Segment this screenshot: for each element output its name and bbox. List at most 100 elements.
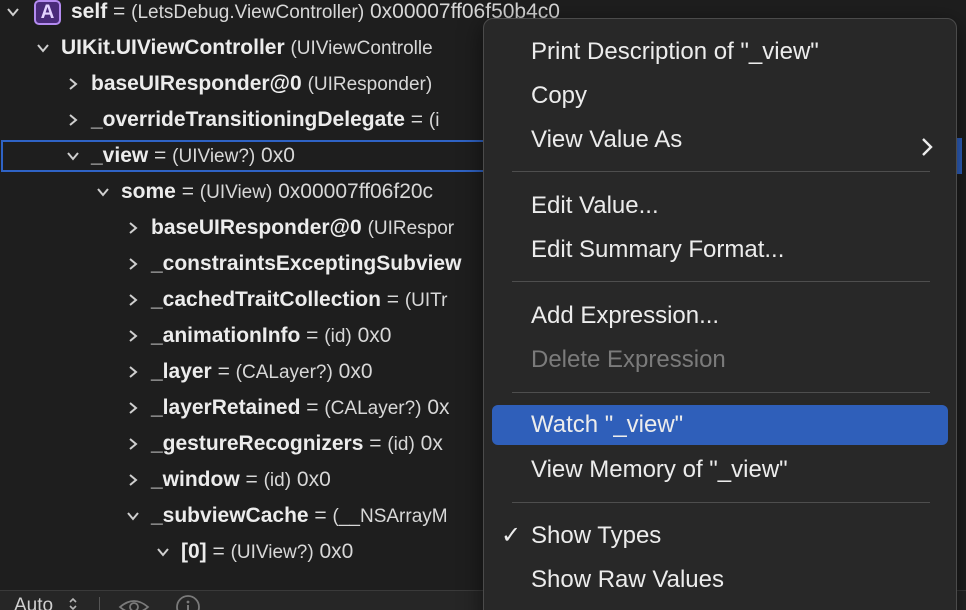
variable-type: (id) xyxy=(263,470,292,491)
menu-item-label: Print Description of "_view" xyxy=(531,38,819,65)
tree-row-text: _layer = (CALayer?) 0x0 xyxy=(151,354,373,391)
variable-type: (id) xyxy=(324,326,352,347)
variable-name: _layer xyxy=(151,360,212,383)
variable-type: (id) xyxy=(387,434,415,455)
variable-name: [0] xyxy=(181,540,207,563)
menu-item-copy[interactable]: Copy xyxy=(492,76,948,116)
chevron-down-icon[interactable] xyxy=(34,30,52,66)
variable-type: (i xyxy=(428,110,440,131)
tree-row-text: _animationInfo = (id) 0x0 xyxy=(151,318,391,355)
menu-item-label: Delete Expression xyxy=(531,346,726,373)
variable-value: 0x0 xyxy=(351,324,392,347)
variable-equals: = xyxy=(363,432,388,455)
tree-row-text: _cachedTraitCollection = (UITr xyxy=(151,282,447,319)
chevron-down-icon[interactable] xyxy=(64,138,82,174)
menu-item-show-raw-values[interactable]: Show Raw Values xyxy=(492,560,948,600)
context-menu: Print Description of "_view" Copy View Val… xyxy=(483,18,957,610)
variable-type: (UIResponder) xyxy=(307,74,433,95)
variable-name: _gestureRecognizers xyxy=(151,432,364,455)
debugger-variables-view: Aself = (LetsDebug.ViewController) 0x000… xyxy=(0,0,966,610)
variable-equals: = xyxy=(404,108,429,131)
menu-item-view-memory-of-view[interactable]: View Memory of "_view" xyxy=(492,450,948,490)
menu-separator xyxy=(512,502,930,503)
menu-item-label: Edit Summary Format... xyxy=(531,236,785,263)
menu-item-edit-value[interactable]: Edit Value... xyxy=(492,186,948,226)
chevron-right-icon[interactable] xyxy=(124,462,142,498)
variable-name: some xyxy=(121,180,176,203)
chevron-right-icon[interactable] xyxy=(124,426,142,462)
menu-item-add-expression[interactable]: Add Expression... xyxy=(492,296,948,336)
chevron-right-icon[interactable] xyxy=(124,210,142,246)
variable-equals: = xyxy=(300,396,325,419)
variable-name: _overrideTransitioningDelegate xyxy=(91,108,405,131)
variable-equals: = xyxy=(206,540,231,563)
variable-name: _layerRetained xyxy=(151,396,301,419)
menu-item-delete-expression: Delete Expression xyxy=(492,340,948,380)
menu-separator xyxy=(512,392,930,393)
variable-type: (__NSArrayM xyxy=(332,506,448,527)
tree-row-text: _window = (id) 0x0 xyxy=(151,462,331,499)
chevron-right-icon[interactable] xyxy=(64,66,82,102)
chevron-right-icon[interactable] xyxy=(124,354,142,390)
chevron-up-down-icon[interactable] xyxy=(68,596,78,610)
variable-kind-badge: A xyxy=(34,0,61,25)
menu-item-label: Edit Value... xyxy=(531,192,659,219)
menu-item-label: Copy xyxy=(531,82,588,109)
tree-row-text: some = (UIView) 0x00007ff06f20c xyxy=(121,174,433,211)
menu-item-edit-summary-format[interactable]: Edit Summary Format... xyxy=(492,230,948,270)
menu-item-view-value-as[interactable]: View Value As xyxy=(492,120,948,160)
tree-row-text: baseUIResponder@0 (UIRespor xyxy=(151,210,454,247)
chevron-right-icon xyxy=(920,130,934,170)
tree-row-text: UIKit.UIViewController (UIViewControlle xyxy=(61,30,433,67)
variable-type: (UIView?) xyxy=(172,146,256,167)
chevron-right-icon[interactable] xyxy=(64,102,82,138)
variable-value: 0x0 xyxy=(332,360,373,383)
menu-item-show-types[interactable]: ✓ Show Types xyxy=(492,516,948,556)
variable-type: (UIViewControlle xyxy=(290,38,433,59)
eye-icon[interactable] xyxy=(118,597,150,610)
variable-name: _view xyxy=(91,144,149,167)
variable-value: 0x0 xyxy=(255,144,295,167)
variable-equals: = xyxy=(175,180,200,203)
menu-item-label: Watch "_view" xyxy=(531,411,684,438)
variable-equals: = xyxy=(211,360,236,383)
info-icon[interactable] xyxy=(175,594,201,610)
tree-row-text: _view = (UIView?) 0x0 xyxy=(91,138,295,175)
toolbar-divider xyxy=(99,597,100,610)
menu-item-label: Show Raw Values xyxy=(531,566,724,593)
menu-separator xyxy=(512,281,930,282)
variable-type: (UITr xyxy=(404,290,448,311)
chevron-down-icon[interactable] xyxy=(4,0,22,30)
variable-value: 0x xyxy=(414,432,443,455)
variable-value: 0x0 xyxy=(291,468,331,491)
chevron-right-icon[interactable] xyxy=(124,318,142,354)
variable-value: 0x0 xyxy=(313,540,354,563)
chevron-right-icon[interactable] xyxy=(124,246,142,282)
menu-item-label: View Memory of "_view" xyxy=(531,456,788,483)
tree-row-text: baseUIResponder@0 (UIResponder) xyxy=(91,66,432,103)
variable-name: baseUIResponder@0 xyxy=(151,216,362,239)
menu-item-label: View Value As xyxy=(531,126,683,153)
variable-name: self xyxy=(71,0,108,23)
chevron-down-icon[interactable] xyxy=(154,534,172,570)
menu-item-watch-view[interactable]: Watch "_view" xyxy=(492,405,948,445)
chevron-down-icon[interactable] xyxy=(124,498,142,534)
variable-equals: = xyxy=(380,288,405,311)
variable-name: baseUIResponder@0 xyxy=(91,72,302,95)
checkmark-icon: ✓ xyxy=(501,522,522,549)
chevron-right-icon[interactable] xyxy=(124,282,142,318)
menu-item-print-description-of-view[interactable]: Print Description of "_view" xyxy=(492,32,948,72)
chevron-right-icon[interactable] xyxy=(124,390,142,426)
variable-equals: = xyxy=(107,0,132,23)
variable-equals: = xyxy=(239,468,264,491)
variable-name: _cachedTraitCollection xyxy=(151,288,381,311)
variable-name: _animationInfo xyxy=(151,324,301,347)
scope-popup[interactable]: Auto xyxy=(14,595,53,610)
tree-row-text: _overrideTransitioningDelegate = (i xyxy=(91,102,439,139)
menu-item-label: Show Types xyxy=(531,522,662,549)
chevron-down-icon[interactable] xyxy=(94,174,112,210)
variable-type: (UIView) xyxy=(199,182,273,203)
variable-value: 0x00007ff06f20c xyxy=(272,180,434,203)
menu-separator xyxy=(512,171,930,172)
variable-name: UIKit.UIViewController xyxy=(61,36,285,59)
